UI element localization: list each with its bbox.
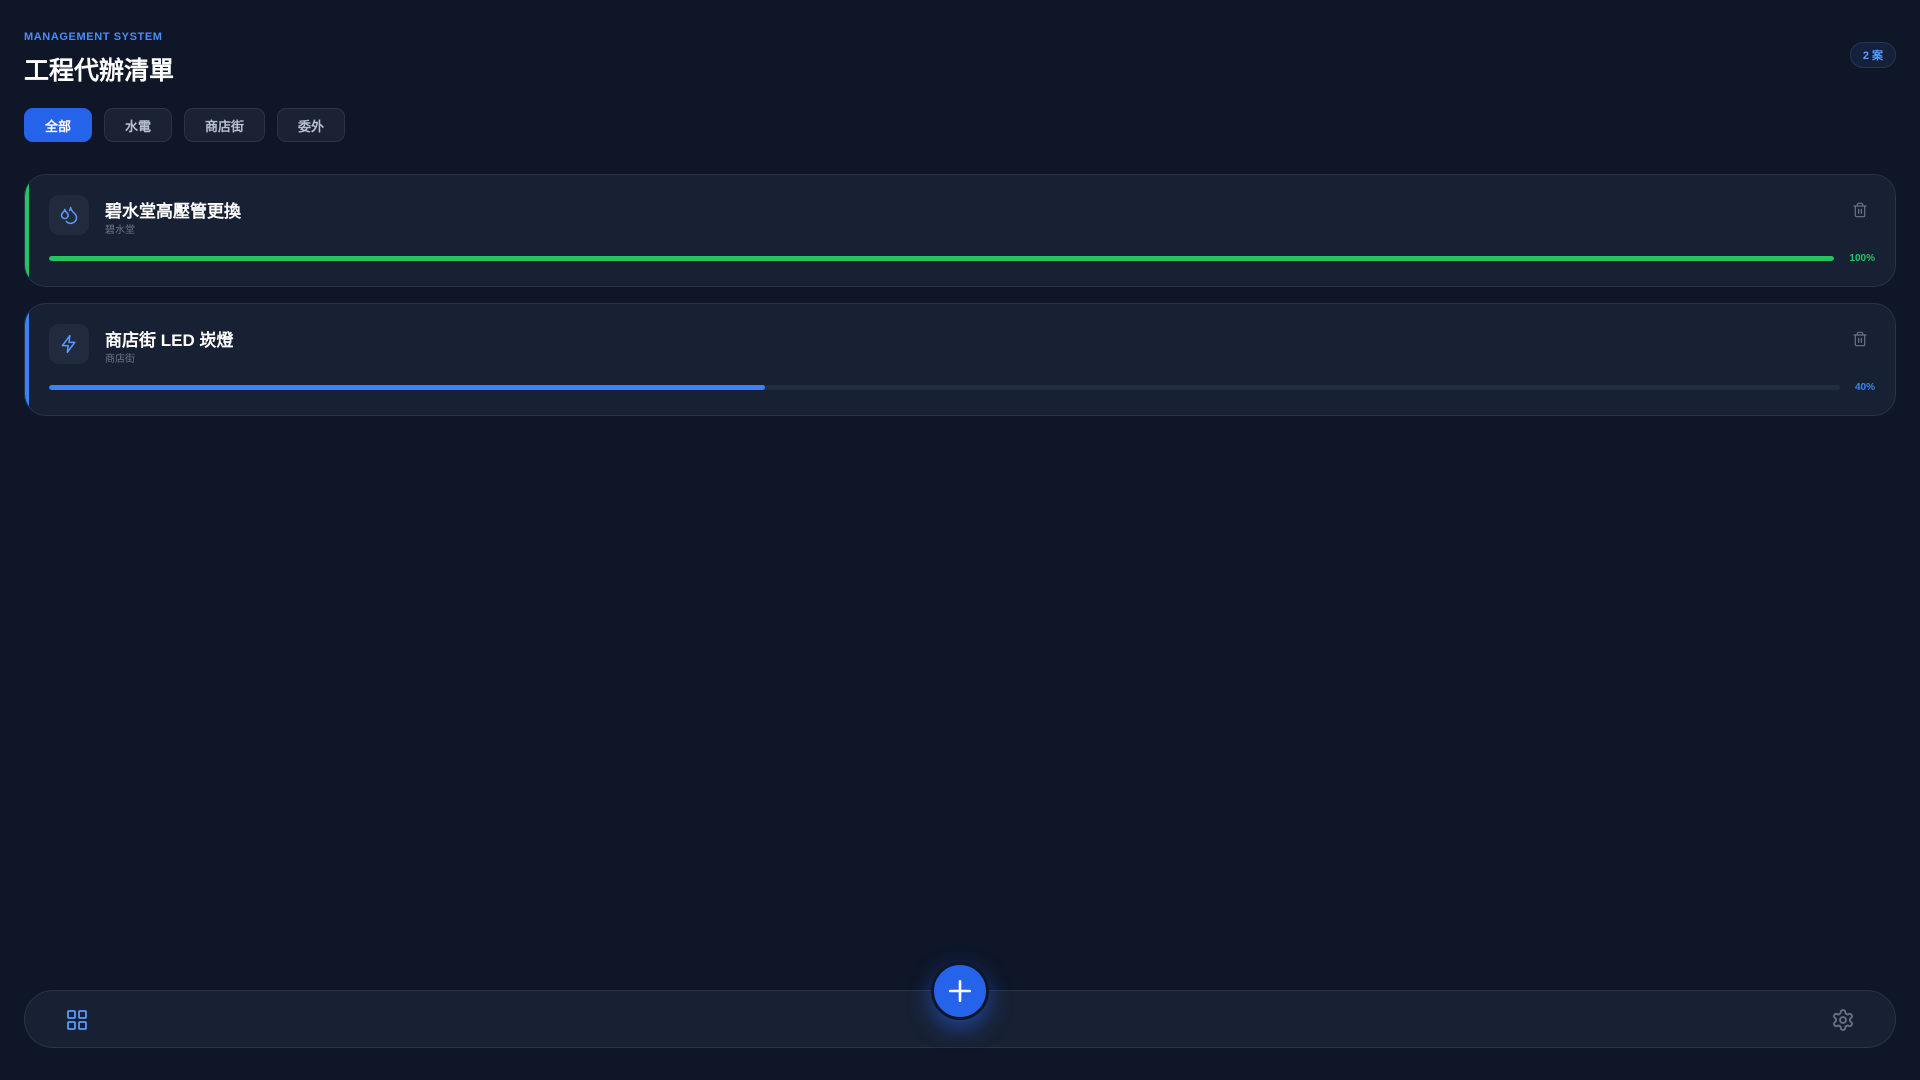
- header: MANAGEMENT SYSTEM 工程代辦清單 2 案: [24, 31, 1896, 87]
- project-card[interactable]: 碧水堂高壓管更換 碧水堂 100%: [24, 174, 1896, 287]
- progress-fill: [49, 385, 766, 390]
- grid-icon[interactable]: [65, 1008, 89, 1032]
- app-eyebrow: MANAGEMENT SYSTEM: [24, 31, 163, 43]
- page-title: 工程代辦清單: [24, 57, 175, 85]
- filter-chip-all[interactable]: 全部: [24, 108, 93, 142]
- add-project-button[interactable]: [931, 962, 989, 1020]
- app-page: MANAGEMENT SYSTEM 工程代辦清單 2 案 全部 水電 商店街 委…: [0, 0, 1920, 1080]
- lightning-icon: [49, 324, 89, 364]
- droplets-icon: [49, 195, 89, 235]
- progress-fill: [49, 256, 1834, 261]
- filter-chip-shopping-street[interactable]: 商店街: [184, 108, 266, 142]
- project-count-badge: 2 案: [1849, 42, 1896, 68]
- category-filters: 全部 水電 商店街 委外: [24, 108, 346, 142]
- progress-percent: 100%: [1849, 253, 1875, 264]
- gear-icon[interactable]: [1831, 1008, 1855, 1032]
- progress-track: [49, 385, 1840, 390]
- project-location: 商店街: [105, 354, 135, 365]
- filter-chip-outsourced[interactable]: 委外: [277, 108, 346, 142]
- delete-trash-icon[interactable]: [1851, 330, 1869, 348]
- filter-chip-plumbing-electrical[interactable]: 水電: [104, 108, 173, 142]
- plus-icon: [948, 979, 972, 1003]
- project-location: 碧水堂: [105, 225, 135, 236]
- project-card[interactable]: 商店街 LED 崁燈 商店街 40%: [24, 303, 1896, 416]
- delete-trash-icon[interactable]: [1851, 201, 1869, 219]
- progress-track: [49, 256, 1834, 261]
- project-title: 商店街 LED 崁燈: [105, 331, 234, 350]
- project-title: 碧水堂高壓管更換: [105, 202, 241, 221]
- progress-percent: 40%: [1854, 382, 1875, 393]
